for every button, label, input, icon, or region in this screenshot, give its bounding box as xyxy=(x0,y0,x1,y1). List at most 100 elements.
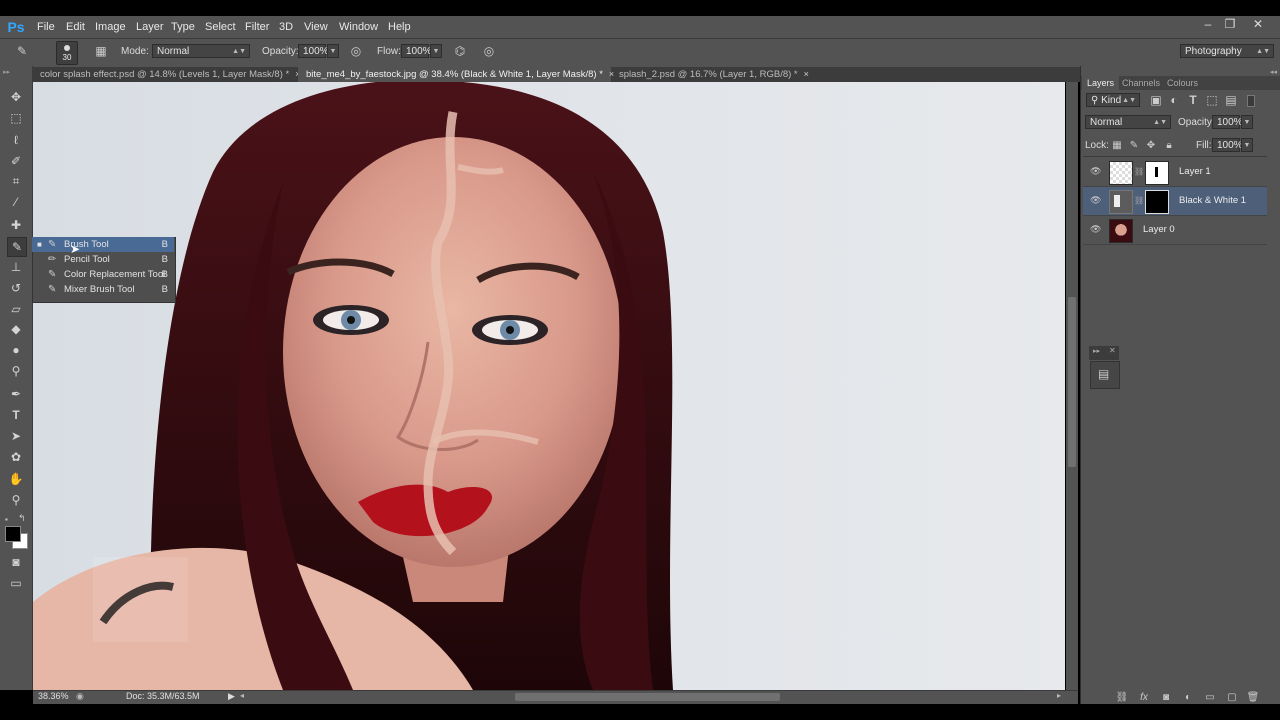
stamp-tool-icon[interactable]: ⊥ xyxy=(7,258,25,276)
properties-panel-button[interactable]: ▤ xyxy=(1090,361,1120,389)
collapse-icon[interactable]: ▸▸ xyxy=(3,68,10,76)
restore-button[interactable]: ❐ xyxy=(1219,16,1241,32)
lock-transparent-icon[interactable]: ▦ xyxy=(1109,138,1125,154)
scroll-left-icon[interactable]: ◂ xyxy=(240,691,244,700)
menu-filter[interactable]: Filter xyxy=(245,16,269,38)
status-menu-icon[interactable]: ▶ xyxy=(228,691,235,702)
document-tab-active[interactable]: bite_me4_by_faestock.jpg @ 38.4% (Black … xyxy=(298,67,614,82)
filter-smart-object-icon[interactable]: ▤ xyxy=(1223,92,1239,108)
brush-size-picker[interactable]: 30 xyxy=(56,41,78,65)
scroll-thumb[interactable] xyxy=(1068,297,1076,467)
healing-tool-icon[interactable]: ✚ xyxy=(7,216,25,234)
new-layer-icon[interactable]: ▢ xyxy=(1224,690,1240,706)
brush-tool-icon[interactable]: ✎ xyxy=(7,237,27,257)
flow-input[interactable]: 100% xyxy=(401,44,432,58)
fill-input[interactable]: 100% xyxy=(1212,138,1243,152)
status-info-icon[interactable]: ◉ xyxy=(76,691,84,702)
chain-link-icon[interactable]: ⛓︎ xyxy=(1134,196,1144,205)
opacity-input[interactable]: 100% xyxy=(298,44,329,58)
flyout-item-color-replacement-tool[interactable]: ✎ Color Replacement Tool B xyxy=(32,267,174,282)
filter-toggle-switch[interactable] xyxy=(1247,95,1255,107)
pressure-opacity-icon[interactable]: ◎ xyxy=(348,43,364,59)
document-tab[interactable]: splash_2.psd @ 16.7% (Layer 1, RGB/8) * × xyxy=(611,67,811,82)
screen-mode-icon[interactable]: ▭ xyxy=(7,574,25,592)
lock-position-icon[interactable]: ✥ xyxy=(1143,138,1159,154)
layer-row-layer-1[interactable]: 👁︎ ⛓︎ Layer 1 xyxy=(1083,158,1267,187)
brush-panel-icon[interactable]: ▦ xyxy=(93,43,109,59)
layer-style-icon[interactable]: fx xyxy=(1136,690,1152,706)
close-icon[interactable]: ✕ xyxy=(1109,346,1116,355)
layer-mask-thumbnail[interactable] xyxy=(1145,161,1169,185)
minimize-button[interactable]: – xyxy=(1197,16,1219,32)
flow-dropdown-icon[interactable]: ▼ xyxy=(430,44,442,58)
marquee-tool-icon[interactable]: ⬚ xyxy=(7,109,25,127)
menu-help[interactable]: Help xyxy=(388,16,411,38)
crop-tool-icon[interactable]: ⌗ xyxy=(7,172,25,190)
canvas-vertical-scrollbar[interactable] xyxy=(1066,82,1078,690)
eraser-tool-icon[interactable]: ▱ xyxy=(7,300,25,318)
chain-link-icon[interactable]: ⛓︎ xyxy=(1134,167,1144,176)
filter-shape-icon[interactable]: ⬚ xyxy=(1204,92,1220,108)
menu-window[interactable]: Window xyxy=(339,16,378,38)
pressure-size-icon[interactable]: ◎ xyxy=(481,43,497,59)
airbrush-icon[interactable]: ⌬ xyxy=(452,43,468,59)
horizontal-scroll-thumb[interactable] xyxy=(515,693,780,701)
quick-mask-icon[interactable]: ◙ xyxy=(7,553,25,571)
workspace-select[interactable]: Photography ▲▼ xyxy=(1180,44,1274,58)
fill-dropdown-icon[interactable]: ▼ xyxy=(1241,138,1253,152)
lasso-tool-icon[interactable]: ℓ xyxy=(7,131,25,149)
zoom-level[interactable]: 38.36% xyxy=(38,691,69,701)
layer-row-layer-0[interactable]: 👁︎ Layer 0 xyxy=(1083,216,1267,245)
add-mask-icon[interactable]: ◙ xyxy=(1158,690,1174,706)
document-canvas[interactable] xyxy=(33,82,1065,690)
opacity-dropdown-icon[interactable]: ▼ xyxy=(327,44,339,58)
pen-tool-icon[interactable]: ✒ xyxy=(7,385,25,403)
swap-colors-icon[interactable]: ↰ xyxy=(18,513,26,524)
eye-icon[interactable]: 👁︎ xyxy=(1090,195,1101,206)
flyout-item-brush-tool[interactable]: ■ ✎ Brush Tool B xyxy=(32,237,174,252)
new-adjustment-icon[interactable]: ◐ xyxy=(1180,690,1196,706)
trash-icon[interactable]: 🗑︎ xyxy=(1245,690,1261,706)
blur-tool-icon[interactable]: ● xyxy=(7,341,25,359)
scroll-right-icon[interactable]: ▸ xyxy=(1057,691,1061,700)
eye-icon[interactable]: 👁︎ xyxy=(1090,166,1101,177)
eyedropper-tool-icon[interactable]: ⁄ xyxy=(7,193,25,211)
quick-select-tool-icon[interactable]: ✐ xyxy=(7,152,25,170)
panel-collapse-icon[interactable]: ◂◂ xyxy=(1270,68,1277,76)
document-tab[interactable]: color splash effect.psd @ 14.8% (Levels … xyxy=(32,67,300,82)
default-colors-icon[interactable]: ▪ xyxy=(5,515,8,524)
menu-view[interactable]: View xyxy=(304,16,328,38)
type-tool-icon[interactable]: T xyxy=(7,406,25,424)
menu-3d[interactable]: 3D xyxy=(279,16,293,38)
flyout-item-mixer-brush-tool[interactable]: ✎ Mixer Brush Tool B xyxy=(32,282,174,297)
menu-type[interactable]: Type xyxy=(171,16,195,38)
brush-preset-icon[interactable]: ✎ xyxy=(14,43,30,59)
layer-row-black-white-1[interactable]: 👁︎ ⛓︎ Black & White 1 xyxy=(1083,187,1267,216)
lock-pixels-icon[interactable]: ✎ xyxy=(1126,138,1142,154)
tab-channels[interactable]: Channels xyxy=(1117,76,1165,90)
hand-tool-icon[interactable]: ✋ xyxy=(7,470,25,488)
layer-opacity-input[interactable]: 100% xyxy=(1212,115,1243,129)
close-button[interactable]: ✕ xyxy=(1247,16,1269,32)
flyout-item-pencil-tool[interactable]: ✏ Pencil Tool B xyxy=(32,252,174,267)
menu-edit[interactable]: Edit xyxy=(66,16,85,38)
layer-filter-select[interactable]: ⚲ Kind ▲▼ xyxy=(1086,93,1140,107)
tab-colours[interactable]: Colours xyxy=(1162,76,1203,90)
filter-type-icon[interactable]: T xyxy=(1185,92,1201,108)
move-tool-icon[interactable]: ✥ xyxy=(7,88,25,106)
shape-tool-icon[interactable]: ✿ xyxy=(7,448,25,466)
layer-blend-mode-select[interactable]: Normal ▲▼ xyxy=(1085,115,1171,129)
dodge-tool-icon[interactable]: ⚲ xyxy=(7,362,25,380)
zoom-tool-icon[interactable]: ⚲ xyxy=(7,491,25,509)
filter-pixel-icon[interactable]: ▣ xyxy=(1148,92,1164,108)
layer-opacity-dropdown-icon[interactable]: ▼ xyxy=(1241,115,1253,129)
bucket-tool-icon[interactable]: ◆ xyxy=(7,320,25,338)
new-group-icon[interactable]: ▭ xyxy=(1202,690,1218,706)
path-select-tool-icon[interactable]: ➤ xyxy=(7,427,25,445)
tab-layers[interactable]: Layers xyxy=(1082,76,1120,90)
tab-close-icon[interactable]: × xyxy=(804,69,809,79)
menu-image[interactable]: Image xyxy=(95,16,126,38)
lock-all-icon[interactable]: 🔒︎ xyxy=(1161,138,1177,154)
eye-icon[interactable]: 👁︎ xyxy=(1090,224,1101,235)
foreground-color-swatch[interactable] xyxy=(5,526,21,542)
